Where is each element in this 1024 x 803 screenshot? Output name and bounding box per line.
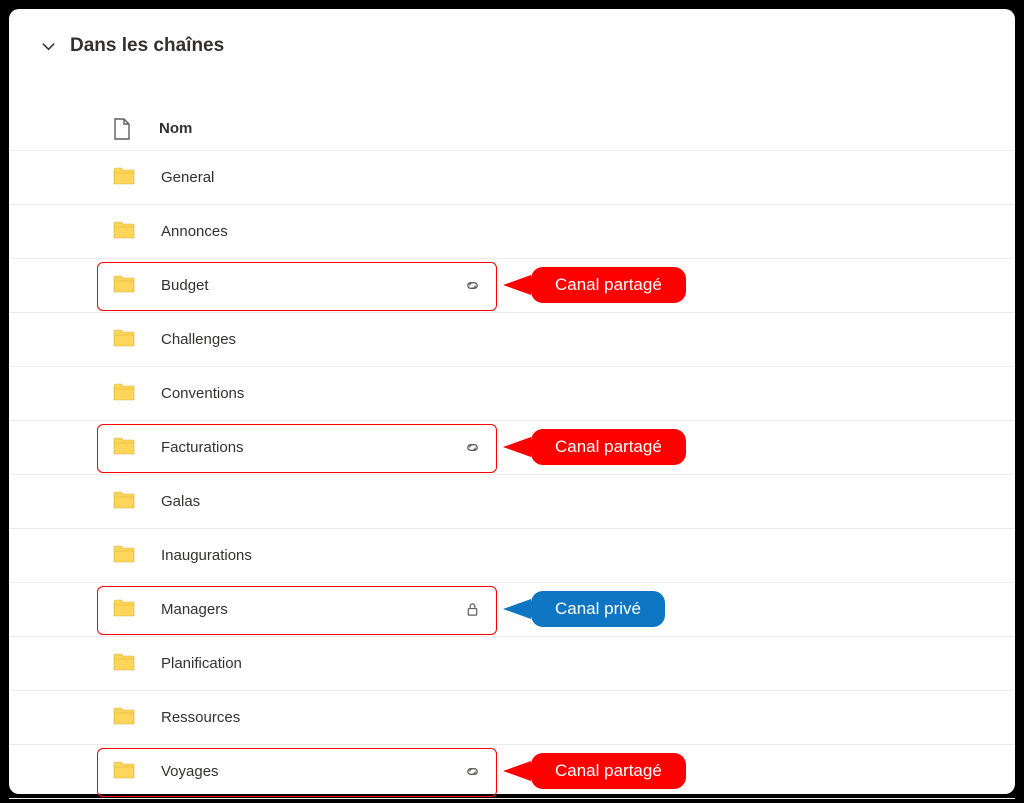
folder-name: Inaugurations [161,547,1015,564]
folder-icon [113,707,135,729]
folder-icon [113,653,135,675]
channel-list: Nom General Annonces Budget [9,107,1015,799]
folder-icon [113,545,135,567]
list-item[interactable]: Conventions [9,367,1015,421]
folder-icon [113,221,135,243]
section-header[interactable]: Dans les chaînes [9,9,1015,57]
folder-icon [113,329,135,351]
folder-icon [113,383,135,405]
folder-name: General [161,169,1015,186]
folder-icon [113,599,135,621]
folder-icon [113,437,135,459]
folder-icon [113,491,135,513]
section-title: Dans les chaînes [70,35,224,57]
chevron-down-icon [41,39,56,54]
list-item[interactable]: General [9,151,1015,205]
folder-name: Planification [161,655,1015,672]
lock-icon [463,601,481,619]
list-item[interactable]: Ressources [9,691,1015,745]
list-item[interactable]: Managers [9,583,1015,637]
folder-icon [113,761,135,783]
folder-name: Galas [161,493,1015,510]
folder-icon [113,275,135,297]
folder-name: Voyages [161,763,1015,780]
column-name-header[interactable]: Nom [159,120,192,137]
list-item[interactable]: Inaugurations [9,529,1015,583]
folder-name: Ressources [161,709,1015,726]
folder-name: Challenges [161,331,1015,348]
link-icon [463,439,481,457]
list-item[interactable]: Annonces [9,205,1015,259]
folder-name: Conventions [161,385,1015,402]
list-item[interactable]: Voyages [9,745,1015,799]
list-item[interactable]: Challenges [9,313,1015,367]
folder-name: Annonces [161,223,1015,240]
list-item[interactable]: Budget [9,259,1015,313]
list-header: Nom [9,107,1015,151]
window: Dans les chaînes Nom General Annonces [9,9,1015,794]
list-item[interactable]: Galas [9,475,1015,529]
link-icon [463,277,481,295]
folder-name: Budget [161,277,1015,294]
file-icon [113,118,131,140]
list-item[interactable]: Facturations [9,421,1015,475]
folder-name: Facturations [161,439,1015,456]
folder-icon [113,167,135,189]
list-item[interactable]: Planification [9,637,1015,691]
link-icon [463,763,481,781]
folder-name: Managers [161,601,1015,618]
